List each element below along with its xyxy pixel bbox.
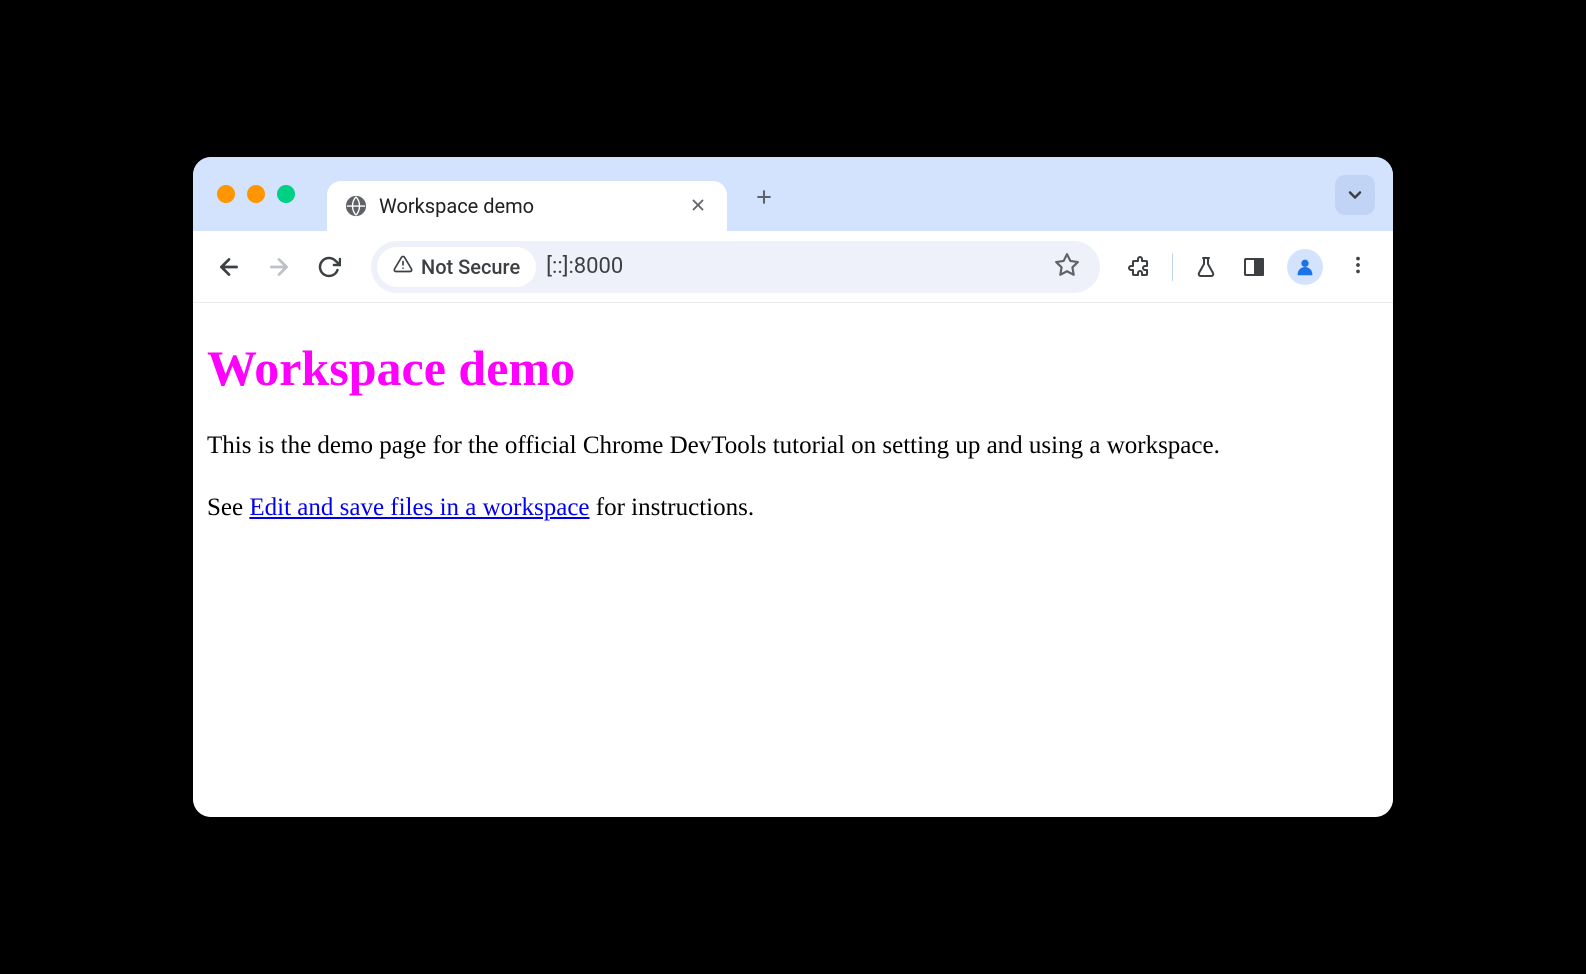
page-heading: Workspace demo bbox=[207, 339, 1379, 397]
text-suffix: for instructions. bbox=[590, 494, 755, 521]
url-text: [::]:8000 bbox=[546, 254, 1038, 279]
globe-icon bbox=[345, 195, 367, 217]
tab-title: Workspace demo bbox=[379, 194, 675, 218]
toolbar-separator bbox=[1172, 253, 1173, 281]
page-intro-paragraph: This is the demo page for the official C… bbox=[207, 429, 1379, 463]
side-panel-button[interactable] bbox=[1239, 252, 1269, 282]
extensions-button[interactable] bbox=[1124, 252, 1154, 282]
profile-button[interactable] bbox=[1287, 249, 1323, 285]
window-close-button[interactable] bbox=[217, 185, 235, 203]
tab-strip: Workspace demo bbox=[193, 157, 1393, 231]
tab-close-button[interactable] bbox=[687, 192, 709, 220]
toolbar-actions bbox=[1124, 249, 1375, 285]
security-label: Not Secure bbox=[421, 255, 520, 279]
window-controls bbox=[217, 185, 295, 203]
warning-icon bbox=[393, 254, 413, 279]
workspace-tutorial-link[interactable]: Edit and save files in a workspace bbox=[249, 494, 589, 521]
bookmark-button[interactable] bbox=[1048, 252, 1086, 282]
new-tab-button[interactable] bbox=[749, 181, 779, 214]
browser-window: Workspace demo bbox=[193, 157, 1393, 817]
back-button[interactable] bbox=[211, 249, 247, 285]
browser-tab[interactable]: Workspace demo bbox=[327, 181, 727, 231]
text-prefix: See bbox=[207, 494, 249, 521]
page-instructions-paragraph: See Edit and save files in a workspace f… bbox=[207, 491, 1379, 525]
labs-button[interactable] bbox=[1191, 252, 1221, 282]
address-bar[interactable]: Not Secure [::]:8000 bbox=[371, 241, 1100, 293]
security-chip[interactable]: Not Secure bbox=[377, 247, 536, 287]
forward-button[interactable] bbox=[261, 249, 297, 285]
window-maximize-button[interactable] bbox=[277, 185, 295, 203]
browser-toolbar: Not Secure [::]:8000 bbox=[193, 231, 1393, 303]
page-content: Workspace demo This is the demo page for… bbox=[193, 303, 1393, 817]
reload-button[interactable] bbox=[311, 249, 347, 285]
chrome-menu-button[interactable] bbox=[1341, 254, 1375, 280]
tabs-dropdown-button[interactable] bbox=[1335, 175, 1375, 215]
window-minimize-button[interactable] bbox=[247, 185, 265, 203]
